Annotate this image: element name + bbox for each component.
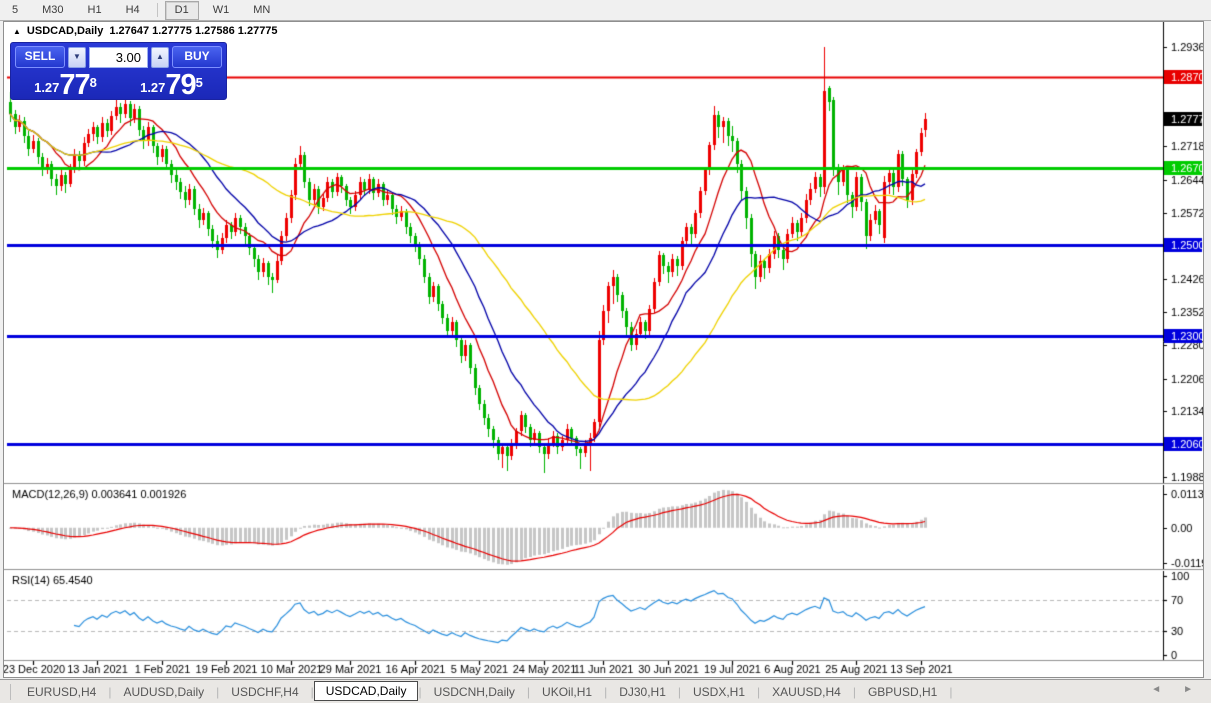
tab-scroll-right-icon[interactable]: ► — [1183, 684, 1193, 695]
timeframe-button-d1[interactable]: D1 — [164, 0, 199, 20]
symbol-tab-dj30[interactable]: DJ30,H1 — [607, 682, 678, 702]
volume-increase-button[interactable]: ▲ — [151, 46, 169, 68]
chart-canvas[interactable] — [4, 22, 1203, 677]
sell-price[interactable]: 1.27 77 8 — [15, 68, 116, 101]
sell-price-big: 77 — [59, 69, 90, 101]
buy-button[interactable]: BUY — [172, 46, 222, 68]
volume-input[interactable]: 3.00 — [89, 46, 148, 68]
symbol-tab-xauusd[interactable]: XAUUSD,H4 — [760, 682, 853, 702]
volume-increase-icon: ▲ — [156, 51, 164, 61]
sell-price-prefix: 1.27 — [34, 80, 60, 95]
symbol-tab-ukoil[interactable]: UKOil,H1 — [530, 682, 604, 702]
symbol-tab-usdcnh[interactable]: USDCNH,Daily — [422, 682, 527, 702]
timeframe-toolbar: 5 M30 H1 H4 D1 W1 MN — [0, 0, 1211, 21]
sell-button[interactable]: SELL — [15, 46, 65, 68]
one-click-trading-panel: SELL ▼ 3.00 ▲ BUY 1.27 77 8 1.27 79 5 — [10, 42, 227, 100]
chart-title: ▲ USDCAD,Daily 1.27647 1.27775 1.27586 1… — [13, 25, 278, 37]
chart-ohlc-values: 1.27647 1.27775 1.27586 1.27775 — [109, 25, 278, 37]
buy-price-sup: 5 — [195, 75, 203, 90]
timeframe-button-m30[interactable]: M30 — [32, 1, 73, 20]
tab-scroll-buttons: ◄ ► — [1151, 684, 1193, 695]
timeframe-button-w1[interactable]: W1 — [203, 1, 240, 20]
symbol-tab-usdcad[interactable]: USDCAD,Daily — [313, 681, 419, 701]
volume-decrease-button[interactable]: ▼ — [68, 46, 86, 68]
volume-decrease-icon: ▼ — [73, 51, 81, 61]
symbol-tab-gbpusd[interactable]: GBPUSD,H1 — [856, 682, 949, 702]
chart-symbol-label: USDCAD,Daily — [26, 25, 104, 37]
timeframe-button-h1[interactable]: H1 — [78, 1, 112, 20]
timeframe-button-mn[interactable]: MN — [243, 1, 280, 20]
tab-separator: | — [949, 684, 953, 699]
symbol-tabbar: EURUSD,H4 | AUDUSD,Daily | USDCHF,H4 | USDCAD,… — [0, 679, 1211, 703]
symbol-tab-audusd[interactable]: AUDUSD,Daily — [111, 682, 216, 702]
chart-window: ▲ USDCAD,Daily 1.27647 1.27775 1.27586 1… — [3, 21, 1204, 678]
sell-price-sup: 8 — [89, 75, 97, 90]
mt4-terminal: { "toolbar": { "timeframes": [ {"label":… — [0, 0, 1211, 703]
timeframe-button-h4[interactable]: H4 — [116, 1, 150, 20]
symbol-tab-eurusd[interactable]: EURUSD,H4 — [15, 682, 108, 702]
symbol-tab-usdx[interactable]: USDX,H1 — [681, 682, 757, 702]
tab-scroll-left-icon[interactable]: ◄ — [1151, 684, 1161, 695]
tabbar-divider — [0, 683, 11, 700]
buy-price-prefix: 1.27 — [140, 80, 166, 95]
buy-price[interactable]: 1.27 79 5 — [121, 68, 222, 101]
symbol-tab-usdchf[interactable]: USDCHF,H4 — [219, 682, 310, 702]
chart-marker-icon: ▲ — [13, 26, 21, 36]
toolbar-separator — [156, 3, 158, 17]
timeframe-button-5[interactable]: 5 — [2, 1, 28, 20]
buy-price-big: 79 — [165, 69, 196, 101]
